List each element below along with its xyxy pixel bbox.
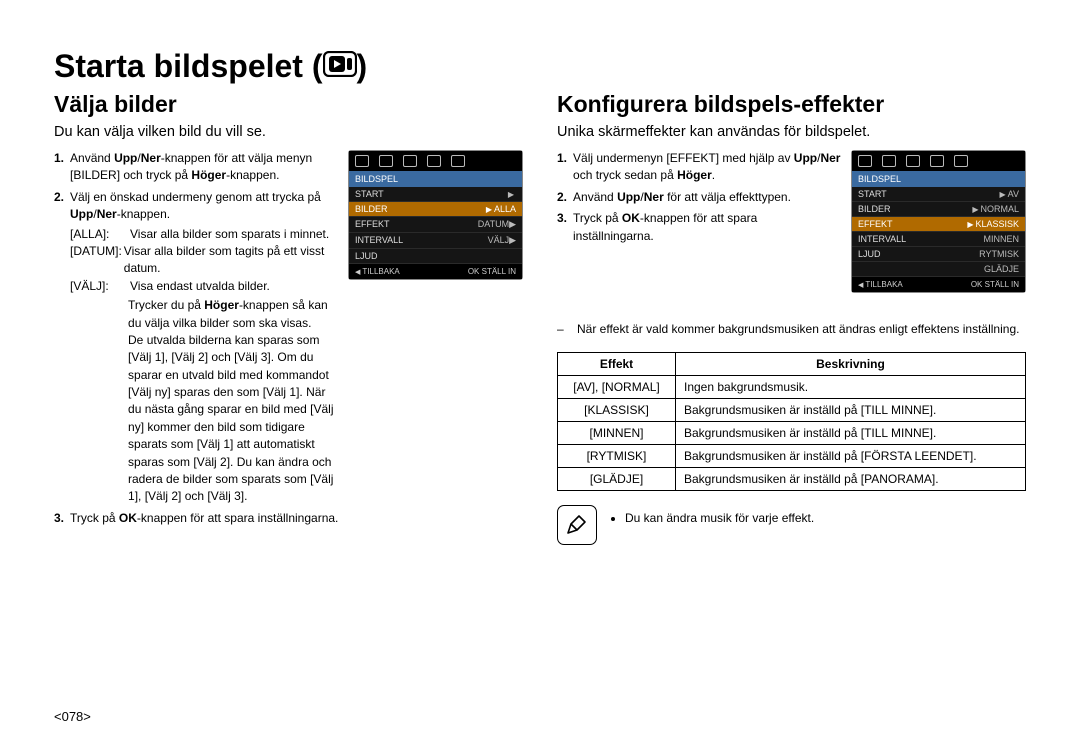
lcd-icon: [906, 155, 920, 167]
lcd-title: BILDSPEL: [852, 171, 1025, 187]
lcd-row-selected: BILDER▶ALLA: [349, 202, 522, 217]
step-3: 3. Tryck på OK-knappen för att spara ins…: [54, 510, 523, 527]
step-number: 3.: [54, 510, 64, 527]
slideshow-icon: [323, 51, 357, 77]
def-row: [ALLA]:Visar alla bilder som sparats i m…: [70, 226, 338, 243]
lcd-toolbar: [349, 151, 522, 171]
after-def: Trycker du på Höger-knappen så kan du vä…: [70, 297, 338, 506]
lcd-row: LJUD: [349, 249, 522, 264]
table-header-row: Effekt Beskrivning: [558, 352, 1026, 375]
lcd-row: START▶AV: [852, 187, 1025, 202]
step-number: 1.: [557, 150, 567, 185]
table-row: [AV], [NORMAL]Ingen bakgrundsmusik.: [558, 375, 1026, 398]
step-body: Välj en önskad undermeny genom att tryck…: [70, 189, 338, 506]
effect-table: Effekt Beskrivning [AV], [NORMAL]Ingen b…: [557, 352, 1026, 491]
page-title-row: Starta bildspelet (): [54, 48, 1026, 85]
lcd-icon: [355, 155, 369, 167]
triangle-left-icon: ◀: [858, 282, 863, 289]
right-heading: Konfigurera bildspels-effekter: [557, 91, 1026, 118]
step-number: 1.: [54, 150, 64, 185]
triangle-left-icon: ◀: [355, 269, 360, 276]
lcd-row: INTERVALLMINNEN: [852, 232, 1025, 247]
def-row: [VÄLJ]:Visa endast utvalda bilder.: [70, 278, 338, 295]
step-body: Välj undermenyn [EFFEKT] med hjälp av Up…: [573, 150, 841, 185]
step-body: Använd Upp/Ner-knappen för att välja men…: [70, 150, 338, 185]
lcd-icon: [379, 155, 393, 167]
step-body: Tryck på OK-knappen för att spara instäl…: [573, 210, 841, 245]
title-close: ): [357, 48, 368, 84]
step-2: 2. Använd Upp/Ner för att välja effektty…: [557, 189, 841, 206]
lcd-toolbar: [852, 151, 1025, 171]
step-1: 1. Använd Upp/Ner-knappen för att välja …: [54, 150, 338, 185]
step-number: 2.: [557, 189, 567, 206]
lcd-title: BILDSPEL: [349, 171, 522, 187]
page-number: <078>: [54, 709, 91, 724]
step-number: 3.: [557, 210, 567, 245]
th-desc: Beskrivning: [676, 352, 1026, 375]
lcd-icon: [858, 155, 872, 167]
lcd-row: INTERVALLVÄLJ▶: [349, 233, 522, 249]
def-row: [DATUM]:Visar alla bilder som tagits på …: [70, 243, 338, 278]
right-column: Konfigurera bildspels-effekter Unika skä…: [557, 91, 1026, 545]
lcd-row-selected: EFFEKT▶KLASSISK: [852, 217, 1025, 232]
lcd-icon: [451, 155, 465, 167]
lcd-row: EFFEKTDATUM▶: [349, 217, 522, 233]
lcd-row: LJUDRYTMISK: [852, 247, 1025, 262]
table-row: [MINNEN]Bakgrundsmusiken är inställd på …: [558, 421, 1026, 444]
chevron-right-icon: ▶: [972, 205, 978, 214]
step-1: 1. Välj undermenyn [EFFEKT] med hjälp av…: [557, 150, 841, 185]
lcd-row: GLÄDJE: [852, 262, 1025, 277]
lcd-icon: [954, 155, 968, 167]
step-body: Tryck på OK-knappen för att spara instäl…: [70, 510, 523, 527]
left-column: Välja bilder Du kan välja vilken bild du…: [54, 91, 523, 545]
lcd-footer: ◀TILLBAKAOK STÄLL IN: [349, 264, 522, 279]
chevron-right-icon: ▶: [967, 220, 973, 229]
pencil-icon: [557, 505, 597, 545]
left-lcd: BILDSPEL START▶ BILDER▶ALLA EFFEKTDATUM▶…: [348, 150, 523, 280]
lcd-row: START▶: [349, 187, 522, 202]
lcd-footer: ◀TILLBAKAOK STÄLL IN: [852, 277, 1025, 292]
table-row: [GLÄDJE]Bakgrundsmusiken är inställd på …: [558, 467, 1026, 490]
left-heading: Välja bilder: [54, 91, 523, 118]
table-row: [KLASSISK]Bakgrundsmusiken är inställd p…: [558, 398, 1026, 421]
step-number: 2.: [54, 189, 64, 506]
right-intro: Unika skärmeffekter kan användas för bil…: [557, 124, 1026, 140]
step-2: 2. Välj en önskad undermeny genom att tr…: [54, 189, 338, 506]
lcd-icon: [882, 155, 896, 167]
chevron-right-icon: ▶: [508, 190, 514, 199]
pencil-note: Du kan ändra musik för varje effekt.: [557, 505, 1026, 545]
step-3: 3. Tryck på OK-knappen för att spara ins…: [557, 210, 841, 245]
title-text: Starta bildspelet (: [54, 48, 323, 84]
lcd-icon: [427, 155, 441, 167]
left-intro: Du kan välja vilken bild du vill se.: [54, 124, 523, 140]
right-lcd: BILDSPEL START▶AV BILDER▶NORMAL EFFEKT▶K…: [851, 150, 1026, 293]
chevron-right-icon: ▶: [1000, 190, 1006, 199]
lcd-icon: [930, 155, 944, 167]
effect-note: – När effekt är vald kommer bakgrundsmus…: [557, 321, 1026, 338]
chevron-right-icon: ▶: [486, 205, 492, 214]
step-body: Använd Upp/Ner för att välja effekttypen…: [573, 189, 841, 206]
lcd-icon: [403, 155, 417, 167]
page-title: Starta bildspelet (): [54, 48, 367, 85]
table-row: [RYTMISK]Bakgrundsmusiken är inställd på…: [558, 444, 1026, 467]
pencil-note-text: Du kan ändra musik för varje effekt.: [625, 511, 814, 525]
lcd-row: BILDER▶NORMAL: [852, 202, 1025, 217]
th-effect: Effekt: [558, 352, 676, 375]
